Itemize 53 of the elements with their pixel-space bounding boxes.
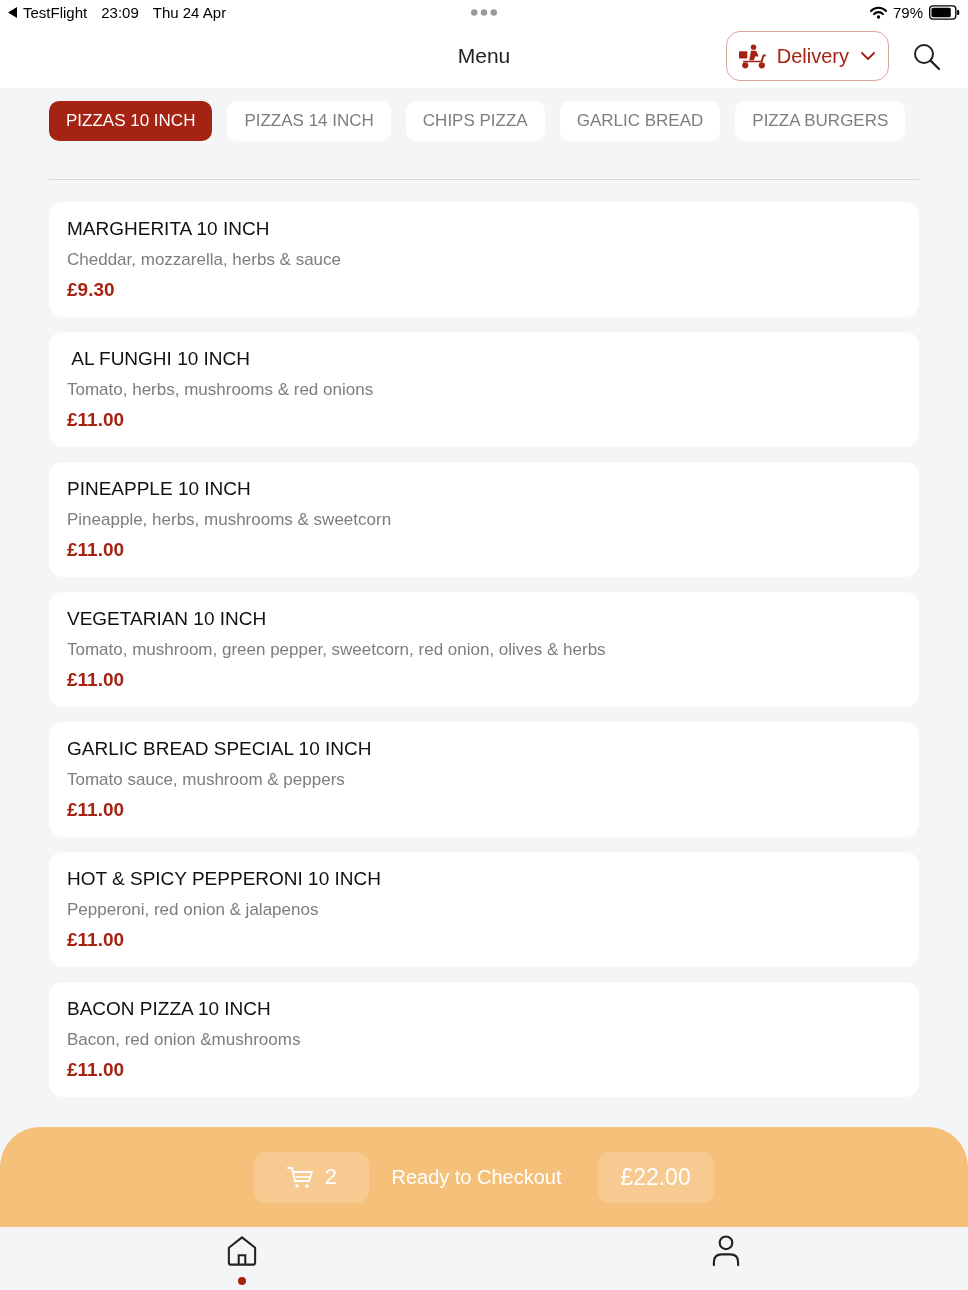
menu-item-card[interactable]: PINEAPPLE 10 INCH Pineapple, herbs, mushrooms & sweetcorn £11.00 <box>49 462 919 577</box>
menu-item-card[interactable]: HOT & SPICY PEPPERONI 10 INCH Pepperoni, red onion & jalapenos £11.00 <box>49 852 919 967</box>
item-description: Tomato sauce, mushroom & peppers <box>67 770 345 790</box>
category-tab[interactable]: PIZZAS 14 INCH <box>227 101 391 141</box>
back-to-app-link[interactable]: TestFlight <box>8 3 88 21</box>
category-tab[interactable]: CHIPS PIZZA <box>405 101 545 141</box>
item-name: GARLIC BREAD SPECIAL 10 INCH <box>67 738 372 760</box>
more-dots-icon[interactable] <box>471 8 497 16</box>
menu-item-card[interactable]: MARGHERITA 10 INCH Cheddar, mozzarella, herbs & sauce £9.30 <box>49 202 919 317</box>
item-price: £11.00 <box>67 409 125 431</box>
item-description: Tomato, mushroom, green pepper, sweetcorn, red onion, olives & herbs <box>67 640 606 660</box>
item-name: VEGETARIAN 10 INCH <box>67 608 267 630</box>
search-button[interactable] <box>911 41 941 71</box>
item-description: Tomato, herbs, mushrooms & red onions <box>67 380 374 400</box>
item-name: PINEAPPLE 10 INCH <box>67 478 251 500</box>
menu-item-card[interactable]: GARLIC BREAD SPECIAL 10 INCH Tomato sauce, mushroom & peppers £11.00 <box>49 722 919 837</box>
person-icon <box>711 1235 741 1267</box>
item-price: £11.00 <box>67 799 125 821</box>
item-description: Pineapple, herbs, mushrooms & sweetcorn <box>67 510 392 530</box>
item-description: Cheddar, mozzarella, herbs & sauce <box>67 250 342 270</box>
category-tab[interactable]: GARLIC BREAD <box>559 101 721 141</box>
item-price: £11.00 <box>67 669 125 691</box>
item-description: Bacon, red onion &mushrooms <box>67 1030 301 1050</box>
status-date: Thu 24 Apr <box>152 3 227 21</box>
cart-icon <box>286 1166 313 1188</box>
item-description: Pepperoni, red onion & jalapenos <box>67 900 319 920</box>
menu-item-card[interactable]: VEGETARIAN 10 INCH Tomato, mushroom, green pepper, sweetcorn, red onion, olives & herbs £11.00 <box>49 592 919 707</box>
checkout-label: Ready to Checkout <box>391 1165 562 1189</box>
item-name: MARGHERITA 10 INCH <box>67 218 270 240</box>
category-tab[interactable]: PIZZA BURGERS <box>735 101 906 141</box>
cart-count: 2 <box>324 1164 338 1190</box>
item-price: £11.00 <box>67 539 125 561</box>
home-icon <box>227 1235 257 1267</box>
battery-icon <box>929 4 960 20</box>
item-name: HOT & SPICY PEPPERONI 10 INCH <box>67 868 381 890</box>
item-price: £11.00 <box>67 1059 125 1081</box>
chevron-down-icon <box>861 52 875 60</box>
status-time: 23:09 <box>101 3 139 21</box>
wifi-icon <box>869 5 887 19</box>
search-icon <box>912 42 940 70</box>
menu-item-card[interactable]: BACON PIZZA 10 INCH Bacon, red onion &mushrooms £11.00 <box>49 982 919 1097</box>
back-triangle-icon <box>8 6 17 18</box>
item-name: AL FUNGHI 10 INCH <box>70 348 250 370</box>
scooter-icon <box>738 43 767 69</box>
menu-item-card[interactable]: AL FUNGHI 10 INCH Tomato, herbs, mushrooms & red onions £11.00 <box>49 332 919 447</box>
order-total: £22.00 <box>597 1151 714 1203</box>
item-price: £9.30 <box>67 279 115 301</box>
item-price: £11.00 <box>67 929 125 951</box>
delivery-mode-button[interactable]: Delivery <box>725 31 889 81</box>
battery-percent: 79% <box>892 3 923 21</box>
item-name: BACON PIZZA 10 INCH <box>67 998 271 1020</box>
page-title: Menu <box>457 44 511 68</box>
category-tab[interactable]: PIZZAS 10 INCH <box>49 101 213 141</box>
